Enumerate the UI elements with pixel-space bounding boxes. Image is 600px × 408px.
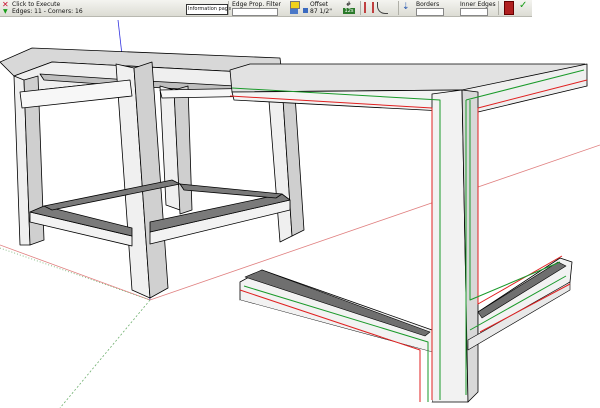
exit-icon[interactable] xyxy=(504,1,514,15)
inner-edges-field[interactable] xyxy=(460,8,488,16)
inner-edges-label: Inner Edges xyxy=(460,1,496,8)
bars-icon[interactable] xyxy=(364,2,374,13)
status-line-edges: Edges: 11 - Corners: 16 xyxy=(12,8,83,15)
red-axis-left xyxy=(0,244,151,301)
validate-icon[interactable]: ⇣ xyxy=(402,2,410,12)
play-icon[interactable]: ▼ xyxy=(3,8,8,15)
edge-prop-filter-label: Edge Prop. Filter xyxy=(232,1,282,8)
swatch-toggle[interactable] xyxy=(290,9,298,14)
count-badge[interactable]: 12s xyxy=(343,8,355,14)
borders-label: Borders xyxy=(416,1,440,8)
info-button[interactable]: Information page xyxy=(186,4,231,15)
status-line-execute: Click to Execute xyxy=(12,1,61,8)
offset-value[interactable]: 87 1/2" xyxy=(310,8,332,15)
tool-options-bar: ✕ Click to Execute ▼ Edges: 11 - Corners… xyxy=(0,0,532,17)
color-swatch[interactable] xyxy=(290,1,300,9)
minus-icon[interactable] xyxy=(303,8,308,13)
borders-field[interactable] xyxy=(416,8,444,16)
green-axis xyxy=(59,299,151,408)
execute-check-icon[interactable]: ✓ xyxy=(519,0,527,11)
edge-prop-filter-field[interactable] xyxy=(232,8,278,16)
green-axis-up xyxy=(0,247,151,301)
curve-icon[interactable] xyxy=(377,2,388,14)
offset-label: Offset xyxy=(310,1,329,8)
count-label: # xyxy=(346,1,352,8)
model-viewport[interactable] xyxy=(0,0,600,408)
